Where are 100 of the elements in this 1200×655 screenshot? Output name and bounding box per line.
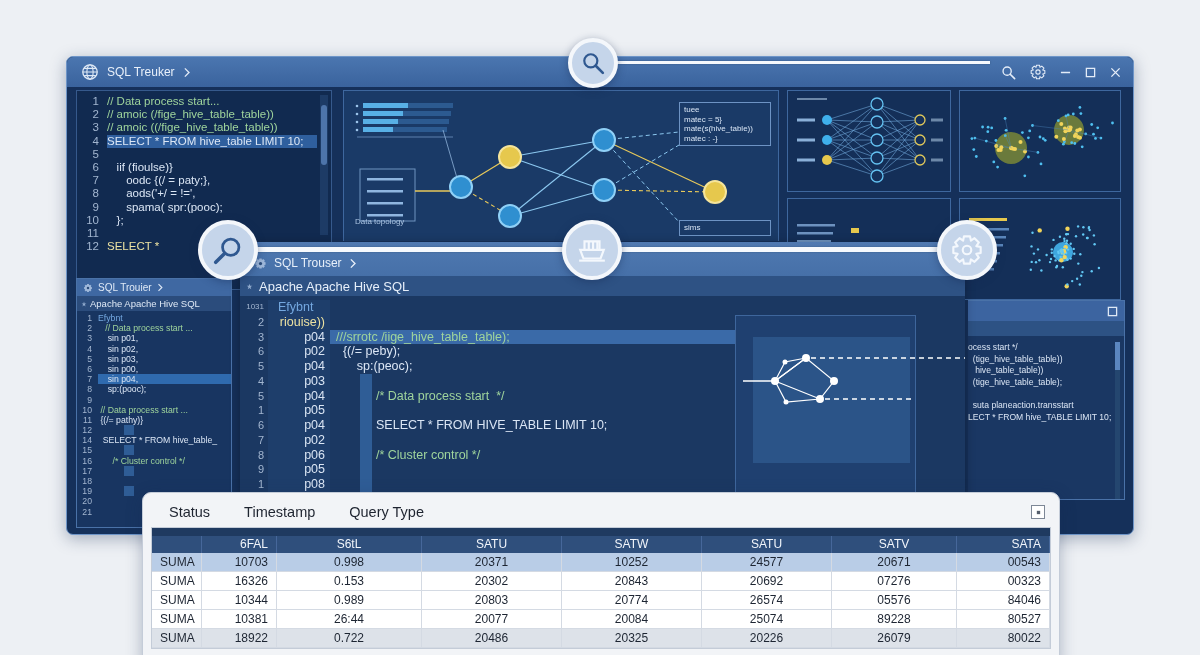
line-number: 5: [91, 147, 99, 161]
line-number: 2: [91, 108, 99, 122]
line-number: 6: [91, 160, 99, 175]
code-line: // Data process start...: [107, 95, 221, 109]
code-line: sin p03,: [106, 353, 140, 364]
table-cell: 20226: [702, 629, 832, 648]
line-number: 5: [256, 388, 265, 404]
line-number: 5: [86, 353, 92, 364]
line-number: 20: [81, 496, 92, 507]
line-number: 8: [91, 187, 99, 201]
table-cell: 05576: [832, 591, 957, 610]
window-title: SQL Trouser: [274, 256, 342, 270]
line-number: 3: [91, 121, 99, 135]
line-number: 7: [256, 432, 265, 448]
tab-title: Apache Apache Hive SQL: [259, 278, 410, 294]
table-cell: 00543: [957, 553, 1050, 572]
table-cell: 84046: [957, 591, 1050, 610]
code-line: ///srrotc /iige_hive_table_table);: [336, 329, 510, 345]
code-line: /* Cluster control */: [111, 455, 186, 466]
tab[interactable]: Timestamp: [234, 500, 326, 524]
code-line: sp:(peoc);: [355, 359, 413, 374]
row-label: SUMA: [152, 553, 202, 572]
line-number: 6: [256, 418, 265, 433]
code-line: (tige_hive_table_table);: [971, 376, 1064, 389]
table-cell: 24577: [702, 553, 832, 572]
line-number: 10: [81, 404, 92, 415]
line-number: 11: [81, 414, 92, 426]
table-cell: 26574: [702, 591, 832, 610]
note-line: mate(s(hive_table)): [684, 124, 754, 134]
note-line: tuee: [684, 105, 701, 115]
table-row[interactable]: SUMA 18922 0.722 20486 20325 20226 26079 80022: [152, 629, 1050, 648]
code-line: sp:(pooc);: [106, 384, 148, 395]
line-number: 6: [86, 363, 92, 375]
code-line: /* Cluster control */: [376, 447, 481, 463]
code-line: iif (fioulse)}: [115, 160, 174, 175]
code-line: aods('+/ = !=',: [125, 187, 197, 201]
table-cell: 20803: [422, 591, 562, 610]
code-line: // amoic ((/fige_hive_table_table)): [107, 121, 279, 135]
code-line: SELECT * FROM hive_table_: [101, 435, 219, 446]
line-number: 9: [256, 462, 265, 477]
line-number: 4: [86, 343, 92, 354]
table-cell: 16326: [202, 572, 277, 591]
code-line: // amoic (/fige_hive_table_table)): [107, 108, 275, 122]
line-number: 12: [81, 425, 92, 436]
table-cell: 20486: [422, 629, 562, 648]
table-cell: 20843: [562, 572, 702, 591]
table-cell: 07276: [832, 572, 957, 591]
code-line: spama( spr:(pooc);: [125, 200, 224, 214]
line-number: 9: [86, 394, 92, 405]
code-line: // Data process start ...: [104, 323, 194, 334]
row-label: SUMA: [152, 629, 202, 648]
line-number: 10: [85, 213, 99, 227]
code-line: // Data process start ...: [99, 404, 189, 415]
table-cell: 80022: [957, 629, 1050, 648]
line-number: 14: [81, 435, 92, 446]
code-line: sin p01,: [106, 333, 140, 344]
table-cell: 18922: [202, 629, 277, 648]
code-line: {(/= pathy)}: [99, 414, 144, 426]
table-cell: 10344: [202, 591, 277, 610]
table-cell: 20325: [562, 629, 702, 648]
line-number: 15: [81, 445, 92, 456]
line-number: 17: [81, 465, 92, 476]
code-line: LECT * FROM hive_TABLE LIMIT 10;: [968, 411, 1113, 424]
line-number: 4: [91, 134, 99, 148]
table-cell: 0.998: [277, 553, 422, 572]
line-number: 2: [256, 314, 265, 330]
line-number: 1: [256, 477, 265, 492]
row-label: SUMA: [152, 572, 202, 591]
table-cell: 0.722: [277, 629, 422, 648]
code-line: SELECT *: [107, 240, 161, 254]
table-cell: 20371: [422, 553, 562, 572]
line-number: 21: [81, 506, 92, 517]
table-row[interactable]: SUMA 10703 0.998 20371 10252 24577 20671 00543: [152, 553, 1050, 572]
diagram-label: Data topology: [355, 217, 405, 226]
line-number: 2: [86, 323, 92, 334]
line-number: 1: [256, 403, 265, 418]
code-line: sin p02,: [106, 343, 140, 354]
line-number: 8: [256, 447, 265, 463]
code-line: };: [115, 213, 125, 227]
line-number: 9: [91, 200, 99, 214]
tab[interactable]: Query Type: [339, 500, 434, 524]
window-title: SQL Treuker: [107, 65, 175, 79]
code-line: hive_table_table)): [974, 365, 1045, 377]
note-line: matec = 5}: [684, 114, 724, 124]
table-cell: 20671: [832, 553, 957, 572]
line-number: 18: [81, 476, 92, 487]
code-line: suta planeaction.transstart: [971, 399, 1075, 412]
code-line: SELECT * FROM HIVE_TABLE LIMIT 10;: [376, 418, 608, 433]
window-title: SQL Trouier: [98, 282, 152, 293]
code-line: ocess start */: [968, 342, 1019, 354]
code-line: sin p00,: [106, 363, 140, 375]
table-row[interactable]: SUMA 10344 0.989 20803 20774 26574 05576 84046: [152, 591, 1050, 610]
line-number: 6: [256, 344, 265, 359]
table-row[interactable]: SUMA 16326 0.153 20302 20843 20692 07276 00323: [152, 572, 1050, 591]
tab[interactable]: Status: [159, 500, 221, 524]
line-number: 16: [81, 455, 92, 466]
line-number: 4: [256, 373, 265, 389]
line-number: 8: [86, 384, 92, 395]
table-cell: 20774: [562, 591, 702, 610]
line-number: 1: [86, 313, 92, 324]
